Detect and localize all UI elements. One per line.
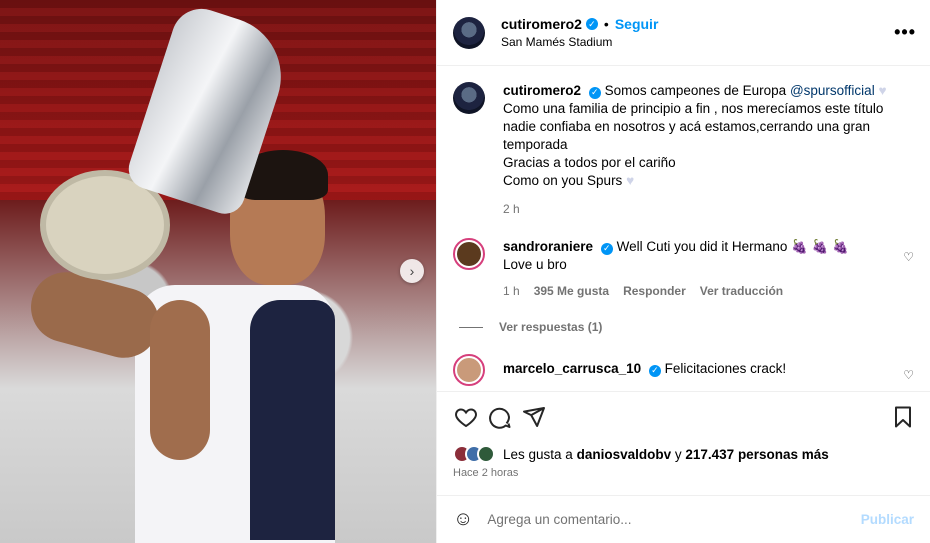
likes-prefix: Les gusta a [503, 446, 573, 462]
caption-mention[interactable]: @spursofficial [790, 83, 875, 98]
save-bookmark-icon[interactable] [886, 400, 920, 434]
author-avatar[interactable] [453, 16, 485, 49]
caption-avatar[interactable] [453, 82, 485, 114]
caption-text-1: Somos campeones de Europa [604, 83, 787, 98]
grapes-emoji-icon: 🍇 🍇 🍇 [791, 239, 850, 254]
comment-input[interactable] [487, 512, 861, 527]
comment-text: Well Cuti you did it Hermano [616, 239, 788, 254]
verified-badge-icon: ✓ [648, 364, 661, 377]
comment-item: sandroraniere ✓ Well Cuti you did it Her… [453, 238, 914, 300]
add-comment-bar: ☺ Publicar [437, 495, 930, 543]
reply-button[interactable]: Responder [623, 282, 686, 300]
caption-time: 2 h [503, 202, 520, 216]
like-comment-heart-icon[interactable]: ♡ [903, 250, 914, 264]
post-side-panel: cutiromero2 ✓ • Seguir San Mamés Stadium… [436, 0, 930, 543]
player-shirt-sleeve [250, 300, 335, 540]
post-header: cutiromero2 ✓ • Seguir San Mamés Stadium… [437, 0, 930, 66]
white-heart-icon: ♥ [626, 173, 635, 188]
comment-likes[interactable]: 395 Me gusta [534, 282, 609, 300]
post-actions-bar [437, 391, 930, 441]
view-replies-button[interactable]: Ver respuestas (1) [459, 320, 914, 334]
replies-line [459, 326, 483, 328]
view-replies-label: Ver respuestas (1) [499, 320, 603, 334]
chevron-right-icon: › [409, 263, 415, 279]
location-link[interactable]: San Mamés Stadium [501, 35, 658, 49]
post-photo[interactable]: › [0, 0, 436, 543]
emoji-icon[interactable]: ☺ [453, 508, 473, 531]
author-username[interactable]: cutiromero2 [501, 16, 582, 32]
comment-time: 1 h [503, 284, 520, 298]
caption-username[interactable]: cutiromero2 [503, 83, 581, 98]
comment-item: marcelo_carrusca_10 ✓ Felicitaciones cra… [453, 354, 914, 386]
comment-text: Felicitaciones crack! [664, 361, 787, 376]
comment-avatar[interactable] [453, 238, 485, 270]
likes-middle: y [674, 446, 682, 462]
share-send-icon[interactable] [517, 400, 551, 434]
comment-username[interactable]: sandroraniere [503, 239, 593, 254]
likes-summary: Les gusta a daniosvaldobv y 217.437 pers… [437, 441, 930, 467]
player-arm-raised [150, 300, 210, 460]
publish-button[interactable]: Publicar [861, 512, 914, 527]
comments-section: cutiromero2 ✓ Somos campeones de Europa … [437, 66, 930, 391]
liker-avatar [477, 445, 495, 463]
translate-button[interactable]: Ver traducción [700, 282, 783, 300]
likes-count[interactable]: 217.437 personas más [685, 447, 828, 462]
verified-badge-icon: ✓ [585, 18, 598, 30]
verified-badge-icon: ✓ [588, 86, 601, 99]
instagram-post-view: › cutiromero2 ✓ • Seguir San Mamés Stadi… [0, 0, 930, 543]
caption-text-3: Gracias a todos por el cariño [503, 155, 676, 170]
comment-avatar[interactable] [453, 354, 485, 386]
next-photo-button[interactable]: › [400, 259, 424, 283]
separator-dot: • [603, 16, 609, 32]
liker-username[interactable]: daniosvaldobv [577, 447, 672, 462]
posted-time: Hace 2 horas [453, 467, 519, 479]
white-heart-icon: ♥ [878, 83, 887, 98]
like-heart-icon[interactable] [449, 400, 483, 434]
caption-text-4: Como on you Spurs [503, 173, 623, 188]
comment-bubble-icon[interactable] [483, 400, 517, 434]
follow-button[interactable]: Seguir [615, 16, 659, 32]
caption-text-2: Como una familia de principio a fin , no… [503, 101, 884, 152]
comment-text-line-2: Love u bro [503, 257, 567, 272]
caption: cutiromero2 ✓ Somos campeones de Europa … [453, 82, 914, 218]
verified-badge-icon: ✓ [600, 242, 613, 255]
like-comment-heart-icon[interactable]: ♡ [903, 368, 914, 382]
comment-username[interactable]: marcelo_carrusca_10 [503, 361, 641, 376]
more-options-icon[interactable]: ••• [894, 22, 916, 43]
